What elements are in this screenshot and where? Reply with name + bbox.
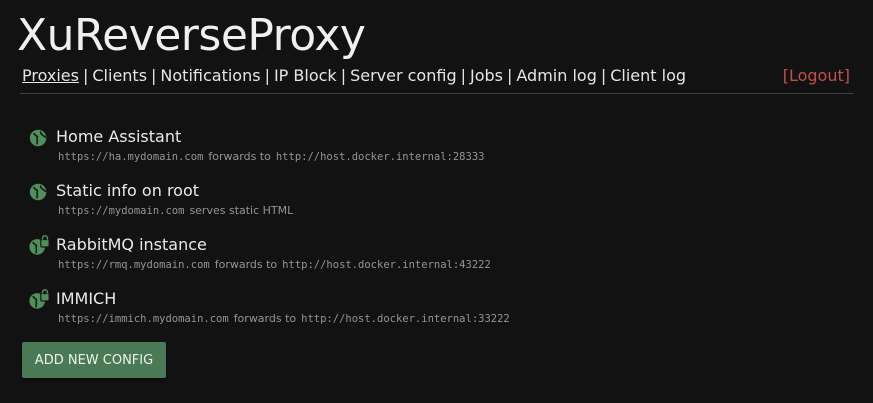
app-title: XuReverseProxy — [17, 10, 366, 61]
main-nav: Proxies | Clients | Notifications | IP Block | S… — [22, 66, 853, 86]
proxy-item[interactable]: IMMICH https://immich.mydomain.com forwar… — [28, 288, 848, 342]
globe-icon — [29, 129, 47, 147]
logout-link[interactable]: [Logout] — [783, 66, 850, 86]
proxy-source-url: https://immich.mydomain.com — [58, 313, 229, 325]
proxy-item[interactable]: Static info on root https://mydomain.com… — [28, 180, 848, 234]
globe-lock-icon — [29, 235, 50, 255]
proxy-list: Home Assistant https://ha.mydomain.com fo… — [28, 126, 848, 342]
globe-lock-icon — [29, 289, 50, 309]
add-new-config-button[interactable]: ADD NEW CONFIG — [22, 342, 166, 378]
proxy-source-url: https://rmq.mydomain.com — [58, 259, 210, 271]
nav-divider — [20, 93, 854, 94]
nav-separator: | — [506, 66, 513, 85]
proxy-name[interactable]: IMMICH — [56, 288, 116, 310]
proxy-detail: https://mydomain.com serves static HTML — [58, 203, 298, 219]
nav-separator: | — [264, 66, 270, 85]
proxy-target-url: http://host.docker.internal:28333 — [275, 151, 485, 163]
proxy-verb: serves static HTML — [189, 204, 294, 217]
proxy-detail: https://ha.mydomain.com forwards to http:/… — [58, 149, 484, 165]
nav-separator: | — [460, 66, 466, 85]
nav-item-jobs[interactable]: Jobs — [470, 66, 503, 85]
proxy-target-url: http://host.docker.internal:33222 — [301, 313, 510, 325]
nav-item-client-log[interactable]: Client log — [610, 66, 686, 85]
nav-item-admin-log[interactable]: Admin log — [516, 66, 596, 85]
nav-separator: | — [82, 66, 89, 85]
nav-item-server-config[interactable]: Server config — [350, 66, 457, 85]
proxy-source-url: https://mydomain.com — [58, 205, 185, 217]
nav-item-clients[interactable]: Clients — [92, 66, 147, 85]
proxy-name[interactable]: Home Assistant — [56, 126, 181, 148]
nav-separator: | — [600, 66, 607, 85]
proxy-item[interactable]: Home Assistant https://ha.mydomain.com fo… — [28, 126, 848, 180]
proxy-verb: forwards to — [208, 150, 271, 163]
proxy-verb: forwards to — [233, 312, 297, 325]
proxy-target-url: http://host.docker.internal:43222 — [282, 259, 491, 271]
proxy-detail: https://immich.mydomain.com forwards to ht… — [58, 311, 510, 327]
proxy-detail: https://rmq.mydomain.com forwards to http:… — [58, 257, 491, 273]
proxy-item[interactable]: RabbitMQ instance https://rmq.mydomain.c… — [28, 234, 848, 288]
nav-separator: | — [340, 66, 347, 85]
proxy-source-url: https://ha.mydomain.com — [58, 151, 204, 163]
proxy-name[interactable]: RabbitMQ instance — [56, 234, 207, 256]
nav-item-ip-block[interactable]: IP Block — [274, 66, 337, 85]
proxy-name[interactable]: Static info on root — [56, 180, 199, 202]
globe-icon — [29, 183, 47, 201]
proxy-verb: forwards to — [214, 258, 278, 271]
nav-item-proxies[interactable]: Proxies — [22, 66, 79, 85]
nav-item-notifications[interactable]: Notifications — [160, 66, 260, 85]
nav-separator: | — [151, 66, 157, 85]
